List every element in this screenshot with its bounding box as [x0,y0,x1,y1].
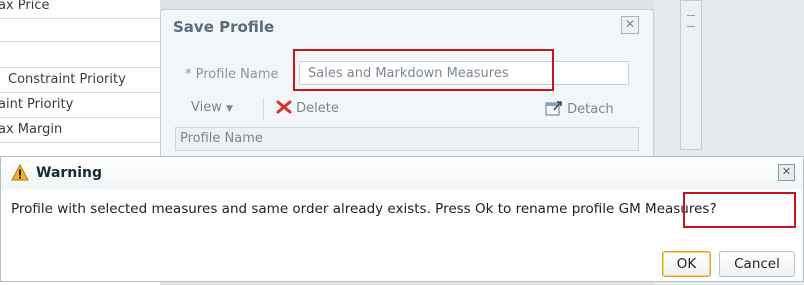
scrollbar-grip-icon[interactable] [687,15,695,27]
highlight-box [683,192,796,228]
list-item-label: ax Margin [0,122,63,137]
column-header[interactable]: Profile Name [175,127,639,151]
chevron-down-icon: ▼ [226,104,233,114]
warning-icon [11,164,29,181]
list-item [0,43,160,68]
scrollbar[interactable] [680,0,702,150]
highlight-box [293,49,554,91]
dialog-titlebar [1,157,803,189]
list-item-label: Constraint Priority [8,72,126,87]
message-text: Profile with selected measures and same … [11,201,619,217]
list-item [0,19,160,42]
list-item[interactable]: Constraint Priority [0,68,160,93]
view-menu[interactable]: View ▼ [191,100,233,115]
ok-button[interactable]: OK [662,251,711,277]
detach-label: Detach [567,102,614,117]
profile-name-label: * Profile Name [185,67,279,82]
close-icon[interactable]: ✕ [621,16,639,34]
close-icon[interactable]: ✕ [778,164,795,181]
list-item[interactable]: ax Price [0,0,160,19]
dialog-title: Warning [36,165,103,181]
toolbar: View ▼ Delete Detach [175,94,639,124]
list-item[interactable]: aint Priority [0,93,160,118]
dialog-title: Save Profile [173,18,275,36]
view-menu-label: View [191,100,222,115]
detach-icon [545,101,562,116]
list-item-label: aint Priority [0,97,74,112]
delete-icon [276,100,292,114]
detach-button[interactable]: Detach [545,100,614,117]
cancel-button[interactable]: Cancel [719,251,795,277]
warning-message: Profile with selected measures and same … [11,201,717,217]
toolbar-divider [263,98,264,120]
delete-button[interactable]: Delete [276,100,339,116]
delete-label: Delete [296,101,339,116]
list-item[interactable]: ax Margin [0,118,160,143]
list-item-label: ax Price [0,0,50,13]
